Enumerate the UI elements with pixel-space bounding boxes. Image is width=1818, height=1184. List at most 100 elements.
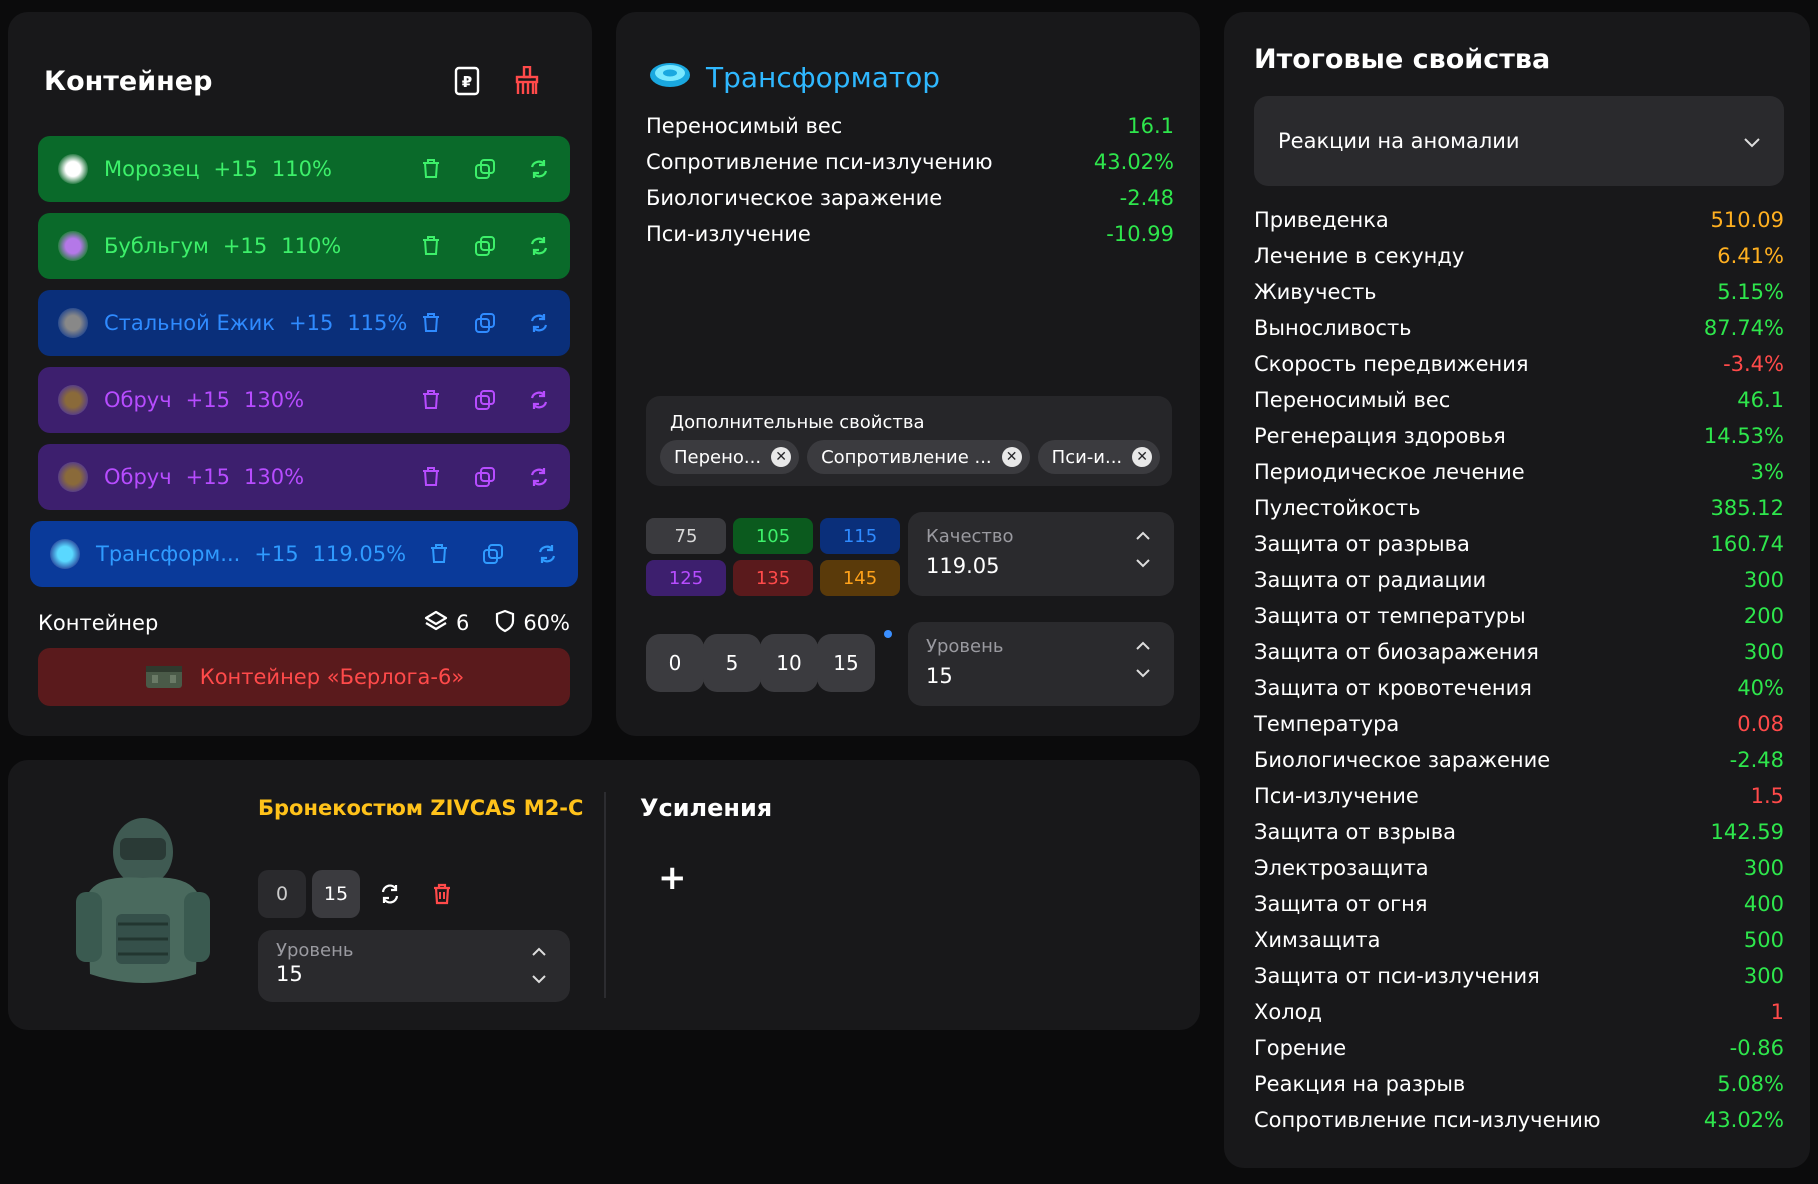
divider <box>604 792 606 998</box>
total-property-label: Горение <box>1254 1036 1347 1060</box>
refresh-icon[interactable] <box>366 870 414 918</box>
trash-icon[interactable] <box>418 870 466 918</box>
total-property-row: Биологическое заражение -2.48 <box>1254 748 1784 772</box>
trash-icon[interactable] <box>420 235 442 257</box>
chevron-down-icon[interactable] <box>532 970 546 988</box>
refresh-icon[interactable] <box>528 389 550 411</box>
quality-preset-button[interactable]: 125 <box>646 560 726 596</box>
total-property-row: Лечение в секунду 6.41% <box>1254 244 1784 268</box>
total-property-label: Пулестойкость <box>1254 496 1421 520</box>
armor-level-field[interactable]: Уровень 15 <box>258 930 570 1002</box>
totals-panel: Итоговые свойства Реакции на аномалии Пр… <box>1224 12 1810 1168</box>
layers-icon <box>424 610 448 637</box>
level-field[interactable]: Уровень 15 <box>908 622 1174 706</box>
level-preset-button[interactable]: 15 <box>817 634 875 692</box>
trash-icon[interactable] <box>420 389 442 411</box>
total-property-value: -2.48 <box>1729 748 1784 772</box>
close-icon[interactable]: ✕ <box>1132 447 1153 467</box>
armor-panel: Бронекостюм ZIVCAS M2-C 0 15 Уровень 15 … <box>8 760 1200 1030</box>
container-slot[interactable]: Бубльгум +15 110% <box>38 213 570 279</box>
refresh-icon[interactable] <box>528 466 550 488</box>
total-property-label: Электрозащита <box>1254 856 1429 880</box>
property-chip[interactable]: Пси-и... ✕ <box>1037 440 1161 474</box>
add-upgrade-button[interactable]: + <box>658 858 687 898</box>
container-slot[interactable]: Стальной Ежик +15 115% <box>38 290 570 356</box>
slot-name: Морозец <box>104 157 200 181</box>
transformer-panel: Трансформатор Переносимый вес 16.1 Сопроти… <box>616 12 1200 736</box>
copy-icon[interactable] <box>482 543 504 565</box>
copy-icon[interactable] <box>474 158 496 180</box>
total-property-row: Защита от кровотечения 40% <box>1254 676 1784 700</box>
chevron-down-icon[interactable] <box>1136 664 1150 682</box>
chevron-up-icon[interactable] <box>1136 526 1150 544</box>
chevron-down-icon <box>1744 129 1760 153</box>
price-tag-icon[interactable]: ₽ <box>450 64 484 98</box>
quality-preset-grid: 75 105 115 125 135 145 <box>646 518 900 596</box>
container-title: Контейнер <box>44 66 213 97</box>
broom-clear-icon[interactable] <box>510 64 544 98</box>
total-property-label: Выносливость <box>1254 316 1412 340</box>
trash-icon[interactable] <box>428 543 450 565</box>
property-chip[interactable]: Сопротивление ... ✕ <box>807 440 1030 474</box>
quality-preset-button[interactable]: 115 <box>820 518 900 554</box>
refresh-icon[interactable] <box>536 543 558 565</box>
property-value: 16.1 <box>1127 114 1174 138</box>
container-slot[interactable]: Трансформ... +15 119.05% <box>30 521 578 587</box>
copy-icon[interactable] <box>474 389 496 411</box>
trash-icon[interactable] <box>420 312 442 334</box>
quality-preset-button[interactable]: 75 <box>646 518 726 554</box>
armor-level-0-button[interactable]: 0 <box>258 870 306 918</box>
total-property-label: Защита от биозаражения <box>1254 640 1539 664</box>
total-property-label: Защита от разрыва <box>1254 532 1470 556</box>
transformer-property-row: Биологическое заражение -2.48 <box>646 186 1174 210</box>
close-icon[interactable]: ✕ <box>1001 447 1022 467</box>
total-property-row: Защита от биозаражения 300 <box>1254 640 1784 664</box>
total-property-label: Периодическое лечение <box>1254 460 1525 484</box>
quality-preset-button[interactable]: 135 <box>733 560 813 596</box>
copy-icon[interactable] <box>474 235 496 257</box>
quality-value: 119.05 <box>926 554 1000 578</box>
refresh-icon[interactable] <box>528 235 550 257</box>
copy-icon[interactable] <box>474 466 496 488</box>
slot-name: Обруч <box>104 465 172 489</box>
total-property-value: 300 <box>1743 568 1784 592</box>
trash-icon[interactable] <box>420 466 442 488</box>
refresh-icon[interactable] <box>528 312 550 334</box>
quality-preset-button[interactable]: 145 <box>820 560 900 596</box>
level-preset-button[interactable]: 5 <box>703 634 761 692</box>
copy-icon[interactable] <box>474 312 496 334</box>
close-icon[interactable]: ✕ <box>771 447 792 467</box>
level-preset-button[interactable]: 0 <box>646 634 704 692</box>
trash-icon[interactable] <box>420 158 442 180</box>
total-property-label: Переносимый вес <box>1254 388 1451 412</box>
container-slot[interactable]: Обруч +15 130% <box>38 444 570 510</box>
chevron-up-icon[interactable] <box>532 942 546 960</box>
total-property-row: Скорость передвижения -3.4% <box>1254 352 1784 376</box>
total-property-label: Сопротивление пси-излучению <box>1254 1108 1601 1132</box>
slot-name: Стальной Ежик <box>104 311 275 335</box>
total-property-row: Защита от взрыва 142.59 <box>1254 820 1784 844</box>
armor-level-15-button[interactable]: 15 <box>312 870 360 918</box>
refresh-icon[interactable] <box>528 158 550 180</box>
quality-preset-button[interactable]: 105 <box>733 518 813 554</box>
total-property-value: 6.41% <box>1717 244 1784 268</box>
container-slot[interactable]: Морозец +15 110% <box>38 136 570 202</box>
chevron-up-icon[interactable] <box>1136 636 1150 654</box>
artifact-icon <box>58 231 88 261</box>
container-panel: Контейнер ₽ Морозец +15 110% Бубльгум +1… <box>8 12 592 736</box>
quality-field[interactable]: Качество 119.05 <box>908 512 1174 596</box>
total-property-value: 400 <box>1743 892 1784 916</box>
slot-quality: 110% <box>271 157 332 181</box>
container-slot[interactable]: Обруч +15 130% <box>38 367 570 433</box>
artifact-icon <box>50 539 80 569</box>
chevron-down-icon[interactable] <box>1136 554 1150 572</box>
level-preset-button[interactable]: 10 <box>760 634 818 692</box>
category-dropdown[interactable]: Реакции на аномалии <box>1254 96 1784 186</box>
total-property-row: Защита от пси-излучения 300 <box>1254 964 1784 988</box>
total-property-label: Защита от огня <box>1254 892 1428 916</box>
property-chip[interactable]: Перено... ✕ <box>660 440 800 474</box>
transformer-header: Трансформатор <box>648 58 940 97</box>
quality-label: Качество <box>926 526 1014 547</box>
chip-label: Пси-и... <box>1051 446 1123 468</box>
container-select-button[interactable]: Контейнер «Берлога-6» <box>38 648 570 706</box>
